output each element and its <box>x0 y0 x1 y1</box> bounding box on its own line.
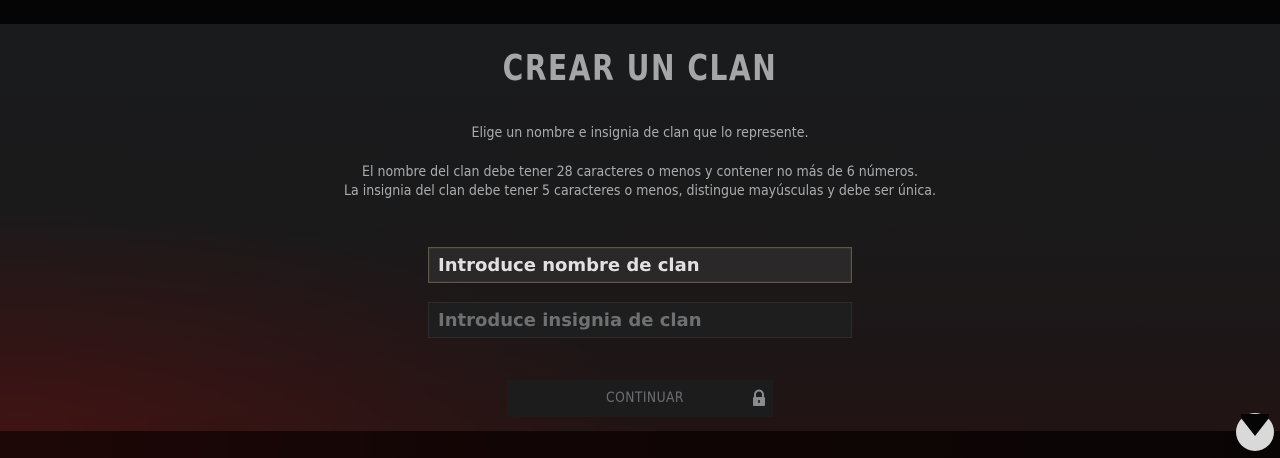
create-clan-screen: CREAR UN CLAN Elige un nombre e insignia… <box>0 24 1280 431</box>
top-letterbox <box>0 0 1280 24</box>
instruction-line-name-rules: El nombre del clan debe tener 28 caracte… <box>362 164 918 180</box>
page-title: CREAR UN CLAN <box>502 48 778 89</box>
clan-tag-input[interactable] <box>428 302 852 338</box>
vandal-logo-icon <box>1236 413 1274 451</box>
continue-button-label: CONTINUAR <box>606 390 684 406</box>
instruction-line-tag-rules: La insignia del clan debe tener 5 caract… <box>343 183 936 199</box>
instruction-line-choose: Elige un nombre e insignia de clan que l… <box>471 125 809 141</box>
clan-name-input[interactable] <box>428 247 852 283</box>
lock-icon <box>753 389 765 406</box>
bottom-letterbox <box>0 431 1280 458</box>
continue-button[interactable]: CONTINUAR <box>507 380 773 417</box>
